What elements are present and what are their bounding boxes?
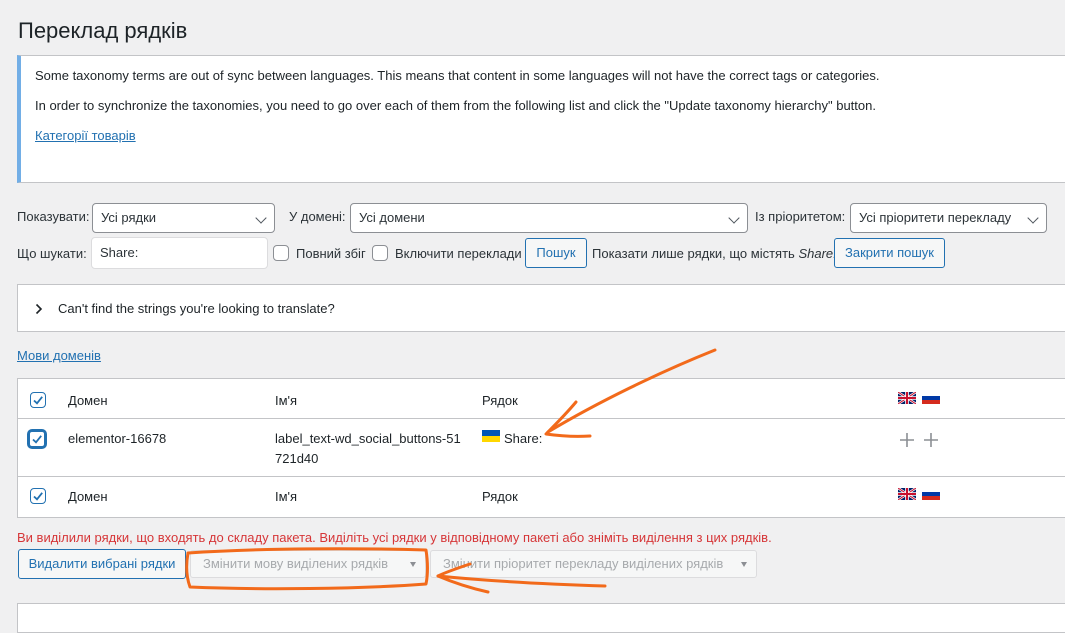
annotation-overlay [185, 348, 717, 594]
annotation-arrow-to-string [546, 348, 717, 434]
annotation-box-language-select [185, 547, 429, 591]
